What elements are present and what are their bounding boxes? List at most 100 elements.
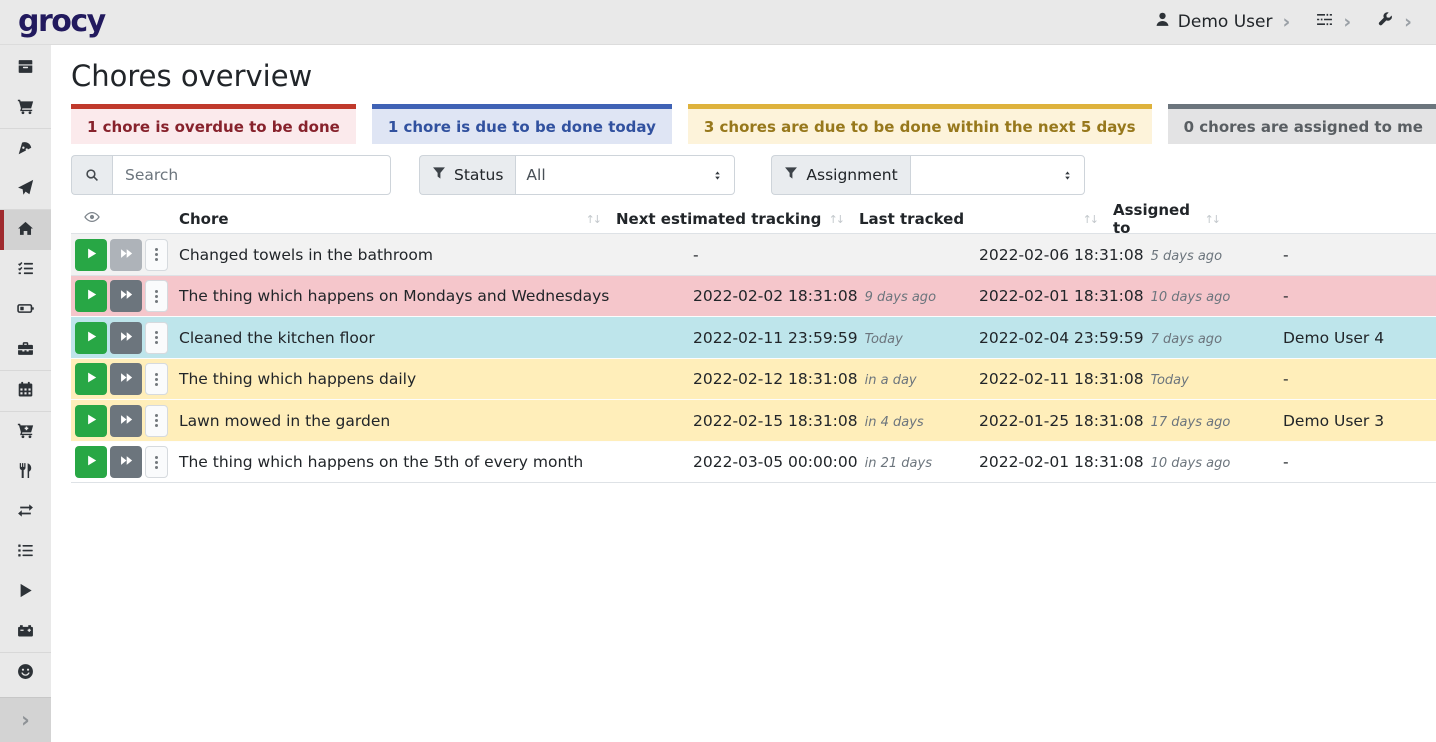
sidebar-item-calendar[interactable] xyxy=(0,371,51,411)
sidebar-item-transfer[interactable] xyxy=(0,492,51,532)
column-header-label: Assigned to xyxy=(1113,201,1205,237)
chore-name[interactable]: Cleaned the kitchen floor xyxy=(179,329,693,347)
column-header-chore[interactable]: Chore↑↓ xyxy=(179,201,616,237)
vertical-ellipsis-icon xyxy=(155,461,158,464)
sidebar-expand-button[interactable]: › xyxy=(0,697,51,742)
chore-table-row: Lawn mowed in the garden2022-02-15 18:31… xyxy=(71,400,1436,442)
sidebar-item-chore-tracking[interactable] xyxy=(0,572,51,612)
relative-time: 17 days ago xyxy=(1151,415,1231,430)
sidebar-item-stock-overview[interactable] xyxy=(0,48,51,88)
sidebar-item-tasks[interactable] xyxy=(0,250,51,290)
row-actions xyxy=(71,239,179,271)
assignment-filter-label: Assignment xyxy=(806,166,897,184)
row-menu-button[interactable] xyxy=(145,363,168,395)
track-execution-button[interactable] xyxy=(75,363,107,395)
relative-time: Today xyxy=(865,332,903,347)
vertical-ellipsis-icon xyxy=(155,419,158,422)
track-execution-button[interactable] xyxy=(75,446,107,478)
sidebar-item-user-menu[interactable] xyxy=(0,653,51,693)
search-input[interactable] xyxy=(112,155,391,195)
relative-time: in a day xyxy=(865,373,917,388)
sort-icon: ↑↓ xyxy=(1205,213,1219,226)
settings-menu-toggle[interactable]: › xyxy=(1316,11,1351,33)
last-tracked-cell: 2022-02-04 23:59:597 days ago xyxy=(979,329,1283,347)
column-header-assigned-to[interactable]: Assigned to↑↓ xyxy=(1113,201,1235,237)
next-estimated-tracking-cell: 2022-02-02 18:31:089 days ago xyxy=(693,287,979,305)
assigned-to-cell: Demo User 4 xyxy=(1283,329,1436,347)
track-execution-button[interactable] xyxy=(75,405,107,437)
summary-chip-due-soon[interactable]: 3 chores are due to be done within the n… xyxy=(688,104,1152,144)
topbar: grocy Demo User › › › xyxy=(0,0,1436,45)
chevron-right-icon: › xyxy=(1343,13,1351,32)
next-estimated-tracking-cell: 2022-03-05 00:00:00in 21 days xyxy=(693,453,979,471)
stock-overview-icon xyxy=(17,58,34,79)
sidebar-item-battery-tracking[interactable] xyxy=(0,612,51,652)
skip-execution-button[interactable] xyxy=(110,363,142,395)
vertical-ellipsis-icon xyxy=(155,253,158,256)
user-menu-toggle[interactable]: Demo User › xyxy=(1154,11,1291,33)
chore-tracking-icon xyxy=(17,582,34,603)
summary-chip-overdue[interactable]: 1 chore is overdue to be done xyxy=(71,104,356,144)
skip-execution-button[interactable] xyxy=(110,446,142,478)
play-icon xyxy=(84,370,99,388)
row-menu-button[interactable] xyxy=(145,322,168,354)
sidebar-item-inventory[interactable] xyxy=(0,532,51,572)
sidebar-item-meal-plan[interactable] xyxy=(0,169,51,209)
skip-execution-button[interactable] xyxy=(110,280,142,312)
wrench-icon xyxy=(1377,11,1394,33)
sidebar-nav: › xyxy=(0,45,51,742)
column-header-next-estimated-tracking[interactable]: Next estimated tracking↑↓ xyxy=(616,201,859,237)
vertical-ellipsis-icon xyxy=(155,295,158,298)
last-tracked-cell: 2022-01-25 18:31:0817 days ago xyxy=(979,412,1283,430)
grocy-logo[interactable]: grocy xyxy=(18,7,105,37)
chore-name[interactable]: Changed towels in the bathroom xyxy=(179,246,693,264)
sidebar-item-chores-overview[interactable] xyxy=(0,210,51,250)
vertical-ellipsis-icon xyxy=(155,336,158,339)
skip-execution-button[interactable] xyxy=(110,322,142,354)
row-actions xyxy=(71,446,179,478)
chevron-right-icon: › xyxy=(1404,13,1412,32)
toggle-columns-button[interactable] xyxy=(71,209,179,229)
inventory-icon xyxy=(17,542,34,563)
row-menu-button[interactable] xyxy=(145,280,168,312)
skip-execution-button[interactable] xyxy=(110,239,142,271)
row-menu-button[interactable] xyxy=(145,446,168,478)
admin-menu-toggle[interactable]: › xyxy=(1377,11,1412,33)
chore-name[interactable]: Lawn mowed in the garden xyxy=(179,412,693,430)
chore-name[interactable]: The thing which happens on Mondays and W… xyxy=(179,287,693,305)
chores-table: Chore↑↓Next estimated tracking↑↓Last tra… xyxy=(71,201,1436,483)
fast-forward-icon xyxy=(119,329,134,347)
assignment-select[interactable] xyxy=(910,155,1085,195)
column-header-last-tracked[interactable]: Last tracked↑↓ xyxy=(859,201,1113,237)
sidebar-item-shopping-list[interactable] xyxy=(0,88,51,128)
row-menu-button[interactable] xyxy=(145,405,168,437)
track-execution-button[interactable] xyxy=(75,239,107,271)
skip-execution-button[interactable] xyxy=(110,405,142,437)
sidebar-item-batteries-overview[interactable] xyxy=(0,290,51,330)
relative-time: in 4 days xyxy=(865,415,924,430)
filter-icon xyxy=(784,166,798,184)
track-execution-button[interactable] xyxy=(75,280,107,312)
search-icon xyxy=(71,155,112,195)
assigned-to-cell: - xyxy=(1283,370,1436,388)
sidebar-item-purchase[interactable] xyxy=(0,412,51,452)
next-estimated-tracking-cell: - xyxy=(693,246,979,264)
chore-name[interactable]: The thing which happens daily xyxy=(179,370,693,388)
chore-name[interactable]: The thing which happens on the 5th of ev… xyxy=(179,453,693,471)
sliders-icon xyxy=(1316,11,1333,33)
user-icon xyxy=(1154,11,1171,33)
eye-icon xyxy=(84,209,100,229)
sidebar-item-equipment[interactable] xyxy=(0,330,51,370)
summary-chip-due-today[interactable]: 1 chore is due to be done today xyxy=(372,104,672,144)
relative-time: 7 days ago xyxy=(1151,332,1222,347)
sidebar-item-consume[interactable] xyxy=(0,452,51,492)
last-tracked-cell: 2022-02-11 18:31:08Today xyxy=(979,370,1283,388)
column-header-label: Last tracked xyxy=(859,210,964,228)
row-menu-button[interactable] xyxy=(145,239,168,271)
assigned-to-cell: - xyxy=(1283,287,1436,305)
track-execution-button[interactable] xyxy=(75,322,107,354)
status-select[interactable]: All xyxy=(515,155,735,195)
sidebar-item-recipes[interactable] xyxy=(0,129,51,169)
summary-chip-assigned-me[interactable]: 0 chores are assigned to me xyxy=(1168,104,1436,144)
assigned-to-cell: - xyxy=(1283,453,1436,471)
